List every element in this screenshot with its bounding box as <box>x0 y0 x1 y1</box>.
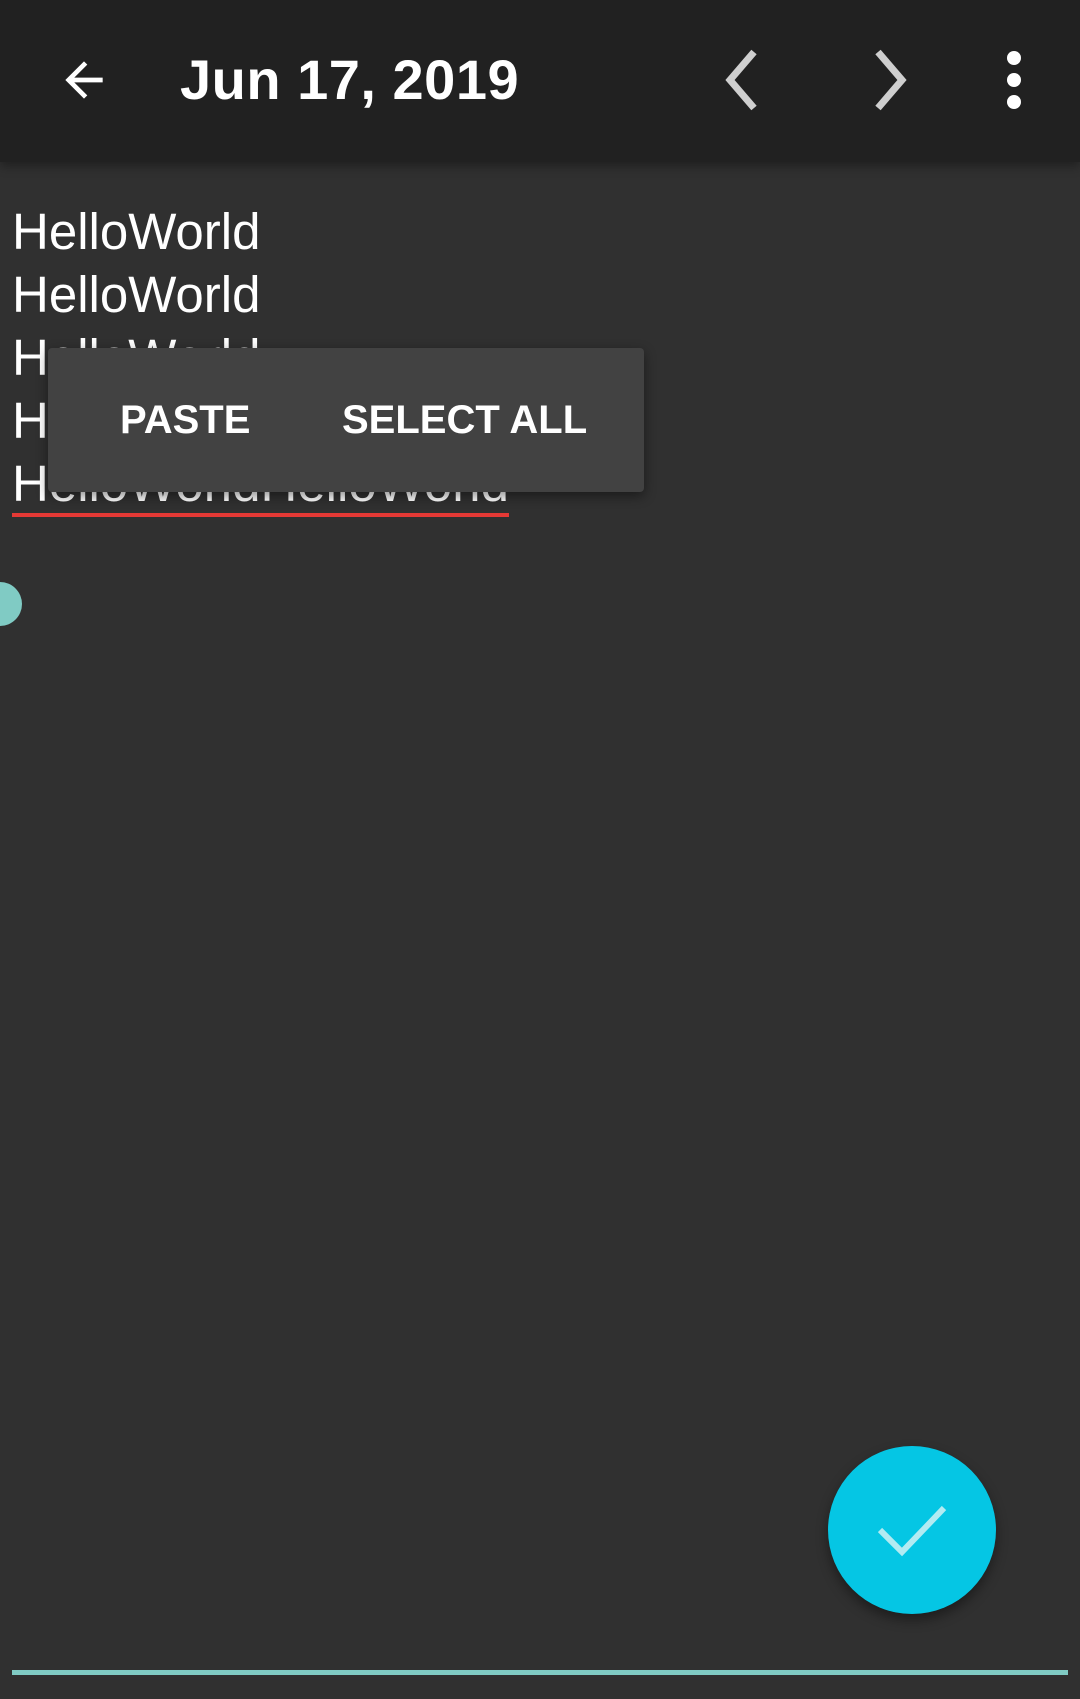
arrow-left-icon <box>65 61 103 99</box>
text-context-menu: PASTE SELECT ALL <box>48 348 644 492</box>
cursor-handle[interactable] <box>0 582 22 626</box>
more-options-button[interactable] <box>966 32 1062 128</box>
chevron-left-icon <box>725 49 757 111</box>
previous-day-button[interactable] <box>696 32 792 128</box>
text-line: HelloWorld <box>12 203 261 260</box>
more-vertical-icon <box>1007 51 1021 109</box>
page-title: Jun 17, 2019 <box>180 48 520 111</box>
input-underline <box>12 1670 1068 1675</box>
select-all-button[interactable]: SELECT ALL <box>342 348 587 492</box>
next-day-button[interactable] <box>840 32 936 128</box>
chevron-right-icon <box>875 49 907 111</box>
back-button[interactable] <box>36 32 132 128</box>
text-line: HelloWorld <box>12 266 261 323</box>
check-icon <box>877 1505 947 1557</box>
save-fab-button[interactable] <box>828 1446 996 1614</box>
top-app-bar: Jun 17, 2019 <box>0 0 1080 162</box>
paste-button[interactable]: PASTE <box>120 348 250 492</box>
